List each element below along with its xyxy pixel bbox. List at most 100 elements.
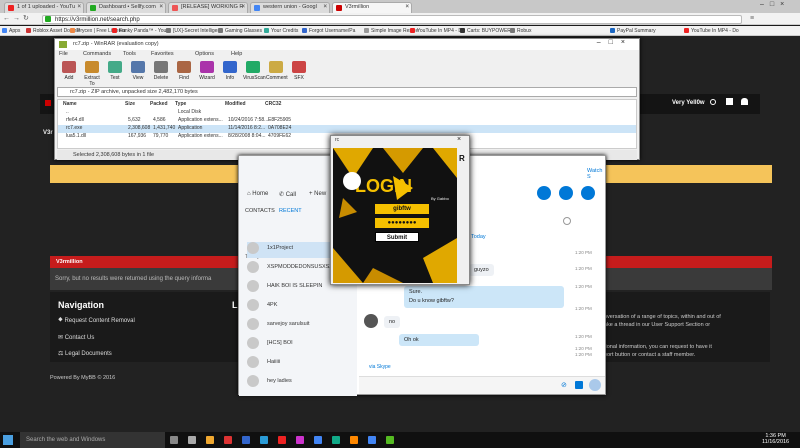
toolbar-delete[interactable]: Delete [151,61,171,81]
tab-youtube[interactable]: 1 of 1 uploaded - YouTu × [4,2,84,13]
taskbar-app-icon[interactable] [170,436,178,444]
close-icon[interactable]: × [323,4,327,10]
watch-link[interactable]: Watch S [587,168,605,180]
toolbar-comment[interactable]: Comment [266,61,288,81]
contact-item[interactable]: hey ladies [247,375,357,391]
bookmark-item[interactable]: PayPal Summary [610,28,656,34]
column-header[interactable]: CRC32 [265,101,281,107]
message-input[interactable] [359,376,605,394]
contact-item[interactable]: sarvejoy sarulsuit [247,318,357,334]
column-header[interactable]: Name [63,101,77,107]
winrar-menu-item[interactable]: Options [195,51,214,57]
nav-request-removal[interactable]: ⯁ Request Content Removal [58,318,135,325]
toolbar-view[interactable]: View [128,61,148,81]
tab-sellfy[interactable]: Dashboard • Sellfy.com × [86,2,166,13]
bookmark-item[interactable]: Your Credits [264,28,298,34]
tab-recent[interactable]: RECENT [279,208,302,214]
contact-item[interactable]: [HCS] BOI [247,337,357,353]
username-field[interactable]: gibftw [375,204,429,214]
bookmark-item[interactable]: Robux [510,28,531,34]
taskbar-app-icon[interactable] [314,436,322,444]
taskbar-app-icon[interactable] [386,436,394,444]
close-icon[interactable]: × [77,4,81,10]
archive-path[interactable]: rc7.zip - ZIP archive, unpacked size 2,4… [57,87,637,97]
taskbar-app-icon[interactable] [296,436,304,444]
taskbar-app-icon[interactable] [332,436,340,444]
contact-item[interactable]: Haiiiii [247,356,357,372]
start-button[interactable] [3,435,13,445]
bookmark-item[interactable]: [UX]-Secret Intelligen [166,28,220,34]
nav-contact-us[interactable]: ✉ Contact Us [58,334,94,341]
toolbar-label: Test [110,75,120,81]
bookmark-item[interactable]: Gaming Glasses [218,28,262,34]
table-row[interactable]: rc7.exe 2,308,608 1,431,740 Application 11/1… [58,125,636,133]
toolbar-sfx[interactable]: SFX [289,61,309,81]
menu-icon[interactable]: ≡ [750,15,754,22]
winrar-menu-item[interactable]: Commands [83,51,111,57]
window-controls[interactable]: –□× [597,39,633,46]
taskbar-search[interactable]: Search the web and Windows [20,432,165,448]
winrar-menu-item[interactable]: Favorites [151,51,174,57]
bookmark-item[interactable]: Funky Panda™ - YouT [112,28,169,34]
close-icon[interactable]: × [457,136,461,143]
toolbar-test[interactable]: Test [105,61,125,81]
taskbar-app-icon[interactable] [278,436,286,444]
bookmark-item[interactable]: Apps [2,28,20,34]
password-field[interactable]: ●●●●●●●● [375,218,429,228]
winrar-menu-item[interactable]: File [59,51,68,57]
taskbar-app-icon[interactable] [224,436,232,444]
column-header[interactable]: Type [175,101,186,107]
close-icon[interactable]: × [405,4,409,10]
skype-new[interactable]: + New [309,191,326,197]
message-guyzo: guyzo [469,264,494,276]
nav-buttons[interactable]: ←→↻ [3,14,32,22]
contact-item[interactable]: 4PK [247,299,357,315]
bookmark-item[interactable]: YouTube In MP4 - Do [684,28,739,34]
taskbar-app-icon[interactable] [242,436,250,444]
settings-icon[interactable] [710,99,716,105]
table-row[interactable]: rfe64.dll 5,632 4,586 Application extens...… [58,117,636,125]
winrar-menu-item[interactable]: Help [231,51,242,57]
tab-release[interactable]: [RELEASE] WORKING R × [168,2,248,13]
send-icon[interactable] [589,379,601,391]
toolbar-extract-to[interactable]: Extract To [82,61,102,87]
taskbar-app-icon[interactable] [350,436,358,444]
taskbar-app-icon[interactable] [260,436,268,444]
winrar-menu-item[interactable]: Tools [123,51,136,57]
home-icon[interactable] [45,100,51,106]
tab-v3rmillion[interactable]: V3rmillion × [332,2,412,13]
window-controls[interactable]: –□× [760,1,790,8]
column-header[interactable]: Size [125,101,135,107]
column-header[interactable]: Packed [150,101,168,107]
toolbar-find[interactable]: Find [174,61,194,81]
toolbar-add[interactable]: Add [59,61,79,81]
close-icon[interactable]: × [241,4,245,10]
toolbar-info[interactable]: Info [220,61,240,81]
username-link[interactable]: Very Yell0w [672,100,705,106]
column-header[interactable]: Modified [225,101,246,107]
toolbar-virusscan[interactable]: VirusScan [243,61,266,81]
taskbar-app-icon[interactable] [188,436,196,444]
image-icon[interactable] [575,381,583,389]
taskbar-app-icon[interactable] [368,436,376,444]
audio-call-icon[interactable] [559,186,573,200]
tab-contacts[interactable]: CONTACTS [245,208,275,214]
close-icon[interactable]: × [159,4,163,10]
taskbar-app-icon[interactable] [206,436,214,444]
skype-home[interactable]: ⌂ Home [247,191,268,197]
nav-legal-documents[interactable]: ⚖ Legal Documents [58,350,112,357]
toolbar-wizard[interactable]: Wizard [197,61,217,81]
attach-icon[interactable]: ⊘ [561,381,567,389]
tab-google[interactable]: western union - Googl × [250,2,330,13]
url-input[interactable]: https://v3rmillion.net/search.php [42,15,742,24]
skype-call[interactable]: ✆ Call [279,191,296,198]
video-call-icon[interactable] [537,186,551,200]
notifications-icon[interactable] [741,98,748,105]
submit-button[interactable]: Submit [375,232,419,242]
table-row[interactable]: .. Local Disk [58,109,636,117]
bookmark-item[interactable]: YouTube In MP4 - Do [410,28,465,34]
bookmark-item[interactable]: Carts: BUYPOWER f [460,28,514,34]
bookmark-item[interactable]: Forgot Username/Pa [302,28,355,34]
add-contact-icon[interactable] [581,186,595,200]
messages-icon[interactable] [726,98,733,105]
